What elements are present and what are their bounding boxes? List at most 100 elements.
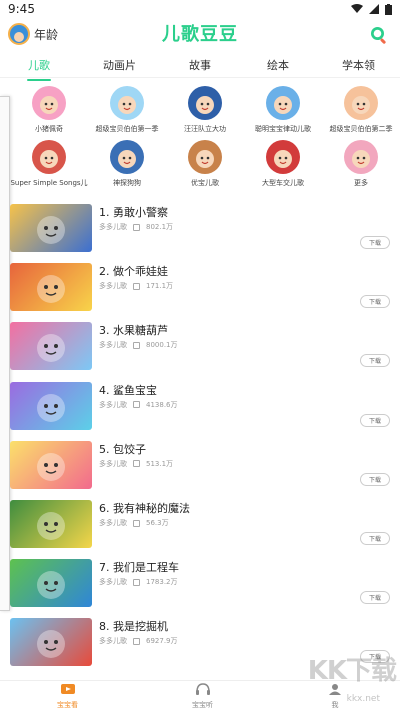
battery-icon [385,3,392,15]
watermark-url: kkx.net [346,694,380,704]
tab-4[interactable]: 学本领 [336,53,381,77]
song-meta: 多多儿歌 56.3万 [99,518,169,528]
song-title: 8. 我是挖掘机 [99,620,168,634]
series-item[interactable]: 小猪佩奇 [10,86,88,134]
song-row[interactable]: 3. 水果糖葫芦多多儿歌 8000.1万下载 [0,316,400,375]
song-meta: 多多儿歌 1783.2万 [99,577,178,587]
tv-icon [60,682,76,700]
song-title: 3. 水果糖葫芦 [99,324,168,338]
download-button[interactable]: 下载 [360,295,390,309]
song-meta: 多多儿歌 171.1万 [99,281,173,291]
cat-avatar [188,140,222,174]
song-plays: 8000.1万 [146,341,178,350]
play-count-icon [133,282,140,290]
song-thumbnail[interactable] [10,204,92,252]
song-row[interactable]: 5. 包饺子多多儿歌 513.1万下载 [0,435,400,494]
song-plays: 171.1万 [146,282,174,291]
song-meta: 多多儿歌 802.1万 [99,222,173,232]
song-thumbnail[interactable] [10,500,92,548]
song-plays: 6927.9万 [146,637,178,646]
series-label: 超级宝贝伯伯第一季 [95,125,159,133]
nav-item-0[interactable]: 宝宝看 [57,682,78,710]
download-button[interactable]: 下载 [360,532,390,545]
song-meta: 多多儿歌 513.1万 [99,459,173,469]
play-count-icon [133,519,140,527]
nav-item-1[interactable]: 宝宝听 [192,682,213,710]
song-row[interactable]: 4. 鲨鱼宝宝多多儿歌 4138.6万下载 [0,376,400,435]
baby-girl-avatar [344,86,378,120]
song-plays: 802.1万 [146,223,174,231]
song-title: 5. 包饺子 [99,442,146,456]
series-item[interactable]: 超级宝贝伯伯第一季 [88,86,166,134]
song-title: 4. 鲨鱼宝宝 [99,383,157,397]
play-count-icon [133,223,140,231]
series-label: 超级宝贝伯伯第二季 [329,125,393,133]
series-label: 聪明宝宝律动儿歌 [255,125,311,133]
status-time: 9:45 [8,2,35,16]
download-button[interactable]: 下载 [360,591,390,605]
song-title: 2. 做个乖娃娃 [99,265,168,279]
tab-3[interactable]: 绘本 [258,53,298,77]
series-label: 神探狗狗 [113,179,141,187]
more-avatar [344,140,378,174]
nav-label: 我 [331,701,339,709]
download-button[interactable]: 下载 [360,413,390,427]
app-logo-title: 儿歌豆豆 [162,24,238,45]
series-item[interactable]: 大型车交儿歌 [244,140,322,188]
song-artist: 多多儿歌 [99,637,127,646]
song-plays: 513.1万 [146,459,174,468]
song-thumbnail[interactable] [10,381,92,430]
play-count-icon [133,401,140,409]
song-thumbnail[interactable] [10,440,92,489]
tab-2[interactable]: 故事 [180,53,220,77]
status-bar: 9:45 [0,0,400,18]
song-meta: 多多儿歌 6927.9万 [99,636,178,646]
song-title: 7. 我们是工程车 [99,561,179,575]
series-item[interactable]: 超级宝贝伯伯第二季 [322,86,400,134]
series-item[interactable]: 神探狗狗 [88,140,166,188]
tab-1[interactable]: 动画片 [97,53,142,77]
series-item[interactable]: 更多 [322,140,400,188]
series-label: 小猪佩奇 [35,125,63,133]
download-button[interactable]: 下载 [360,354,390,368]
series-label: 汪汪队立大功 [184,125,226,133]
song-row[interactable]: 2. 做个乖娃娃多多儿歌 171.1万下载 [0,257,400,316]
series-item[interactable]: 优宝儿歌 [166,140,244,188]
song-row[interactable]: 6. 我有神秘的魔法 多多儿歌 56.3万 下载 [0,494,400,553]
headphones-icon [195,682,211,700]
song-title: 1. 勇敢小警察 [99,206,168,219]
wifi-icon [351,4,363,13]
song-artist: 多多儿歌 [99,400,127,409]
bus-avatar [266,140,300,174]
song-thumbnail[interactable] [10,263,92,312]
search-icon[interactable] [368,24,390,46]
play-count-icon [133,578,140,586]
series-item[interactable]: Super Simple Songs儿 [10,140,88,188]
song-row[interactable]: 1. 勇敢小警察多多儿歌 802.1万下载 [0,198,400,257]
download-button[interactable]: 下载 [360,236,390,249]
tab-0[interactable]: 儿歌 [19,53,59,81]
category-tabs: 儿歌 动画片 故事 绘本 学本领 [0,52,400,81]
song-thumbnail[interactable] [10,322,92,371]
play-count-icon [133,637,140,645]
song-thumbnail[interactable] [10,559,92,608]
baby-boy-avatar [266,86,300,120]
song-meta: 多多儿歌 8000.1万 [99,340,178,350]
song-plays: 4138.6万 [146,400,178,409]
download-button[interactable]: 下载 [360,472,390,486]
series-item[interactable]: 聪明宝宝律动儿歌 [244,86,322,134]
watermark-logo: KK下载 [307,656,397,686]
song-thumbnail[interactable] [10,618,92,667]
series-label: 优宝儿歌 [191,179,219,187]
app-header: 年龄 儿歌豆豆 [0,20,400,50]
nav-label: 宝宝听 [192,701,213,709]
series-label: 更多 [354,179,368,187]
series-item[interactable]: 汪汪队立大功 [166,86,244,134]
status-icons [351,3,392,15]
song-row[interactable]: 7. 我们是工程车多多儿歌 1783.2万下载 [0,553,400,612]
detective-avatar [110,140,144,174]
series-label: Super Simple Songs儿 [10,179,88,187]
peppa-pig-avatar [32,86,66,120]
song-artist: 多多儿歌 [99,223,127,231]
series-label: 大型车交儿歌 [262,179,304,187]
